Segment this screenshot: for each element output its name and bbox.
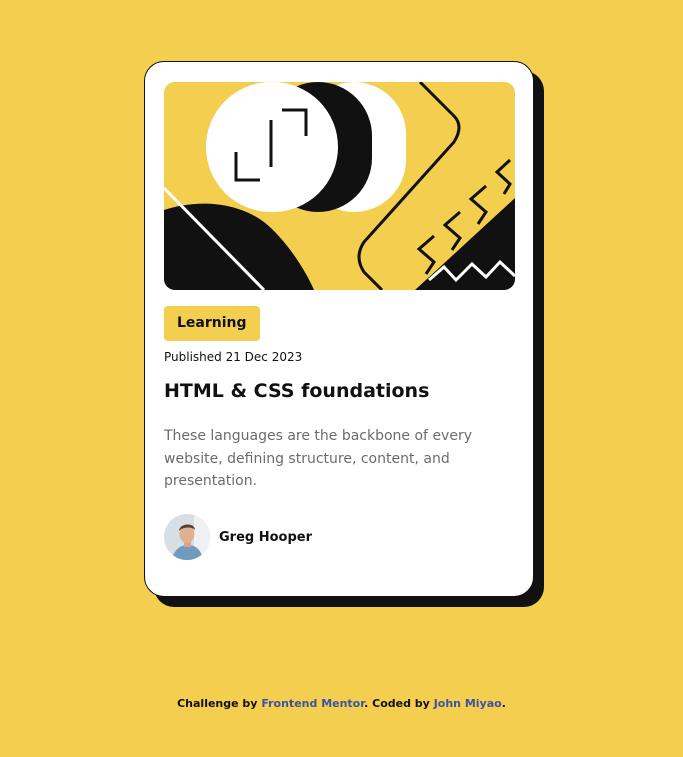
attribution-middle: . Coded by [364,697,430,710]
published-date: Published 21 Dec 2023 [164,350,303,364]
article-description: These languages are the backbone of ever… [164,428,472,489]
author-link[interactable]: John Miyao [434,697,502,710]
attribution-suffix: . [501,697,506,710]
blog-preview-card: Learning Published 21 Dec 2023 HTML & CS… [144,61,534,597]
article-title[interactable]: HTML & CSS foundations [164,380,429,402]
avatar-photo-icon [164,514,210,560]
frontend-mentor-link[interactable]: Frontend Mentor [261,697,364,710]
attribution-prefix: Challenge by [177,697,258,710]
attribution: Challenge by Frontend Mentor. Coded by J… [0,697,683,710]
illustration-article-icon [164,82,515,290]
category-tag: Learning [164,306,260,341]
avatar [164,514,210,560]
author: Greg Hooper [164,514,312,560]
author-name: Greg Hooper [219,529,313,545]
